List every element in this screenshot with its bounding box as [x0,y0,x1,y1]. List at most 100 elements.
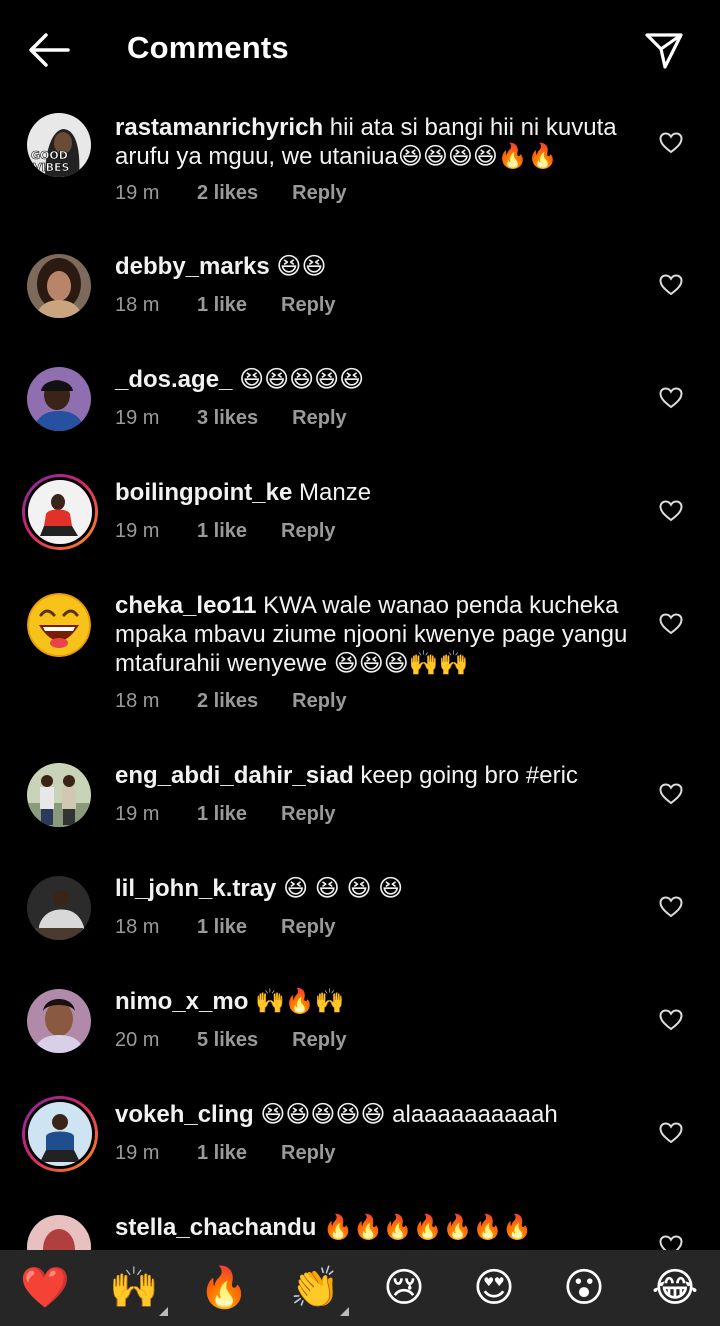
comment-time: 19 m [115,182,160,204]
comment-time: 19 m [115,520,160,542]
avatar[interactable] [27,989,91,1053]
comment-meta: 19 m 1 like Reply [115,520,336,543]
variant-indicator-icon [340,1307,349,1316]
avatar[interactable] [27,1215,91,1250]
comment-time: 19 m [115,803,160,825]
comment-username[interactable]: debby_marks [115,253,270,280]
comment-time: 20 m [115,1029,160,1051]
avatar[interactable] [22,474,98,550]
avatar[interactable] [22,1096,98,1172]
reply-button[interactable]: Reply [281,294,335,316]
comment-text: boilingpoint_ke Manze [115,478,635,507]
comments-list[interactable]: GOOD VIBES rastamanrichyrich hii ata si … [0,100,720,1250]
emoji-clap-button[interactable]: 👏 [285,1258,349,1318]
comment-time: 18 m [115,294,160,316]
avatar[interactable] [27,367,91,431]
svg-text:VIBES: VIBES [33,161,70,174]
comment-text: lil_john_k.tray 😆 😆 😆 😆 [115,874,635,903]
emoji-heart-eyes-button[interactable]: 😍 [464,1258,524,1318]
comment-likes[interactable]: 2 likes [197,690,258,713]
comment-body: 😆😆 [276,253,327,280]
comment-meta: 19 m 1 like Reply [115,1142,336,1165]
comment-meta: 18 m 2 likes Reply [115,690,347,713]
comment-likes[interactable]: 3 likes [197,407,258,430]
avatar[interactable] [27,593,91,657]
emoji-raised-hands-button[interactable]: 🙌 [104,1258,168,1318]
avatar[interactable] [27,254,91,318]
comment-username[interactable]: rastamanrichyrich [115,114,323,141]
comment-time: 19 m [115,1142,160,1164]
comment-text: vokeh_cling 😆😆😆😆😆 alaaaaaaaaaah [115,1100,635,1129]
comment-body: 😆😆😆😆😆 [239,366,365,393]
avatar[interactable] [27,876,91,940]
comment-likes[interactable]: 1 like [197,1142,247,1165]
comment-body: 😆 😆 😆 😆 [283,875,404,902]
comment-body: 🙌🔥🙌 [255,988,345,1015]
heart-icon[interactable] [659,1009,683,1031]
comment-text: cheka_leo11 KWA wale wanao penda kucheka… [115,591,635,678]
comment-username[interactable]: boilingpoint_ke [115,479,292,506]
emoji-crying-button[interactable]: 😢 [374,1258,434,1318]
avatar[interactable]: GOOD VIBES [27,113,91,177]
comment-time: 19 m [115,407,160,429]
reply-button[interactable]: Reply [292,690,346,712]
reply-button[interactable]: Reply [292,182,346,204]
comment-likes[interactable]: 1 like [197,294,247,317]
comment-text: debby_marks 😆😆 [115,252,635,281]
comment-likes[interactable]: 1 like [197,520,247,543]
comment-likes[interactable]: 1 like [197,803,247,826]
comment-meta: 19 m 2 likes Reply [115,182,347,205]
share-icon[interactable] [644,30,684,70]
reply-button[interactable]: Reply [281,520,335,542]
comment-username[interactable]: nimo_x_mo [115,988,248,1015]
comment-meta: 20 m 5 likes Reply [115,1029,347,1052]
heart-icon[interactable] [659,1122,683,1144]
reply-button[interactable]: Reply [281,916,335,938]
comment-username[interactable]: eng_abdi_dahir_siad [115,762,354,789]
emoji-clap-glyph: 👏 [290,1266,340,1310]
heart-icon[interactable] [659,896,683,918]
emoji-raised-hands-glyph: 🙌 [109,1266,159,1310]
emoji-heart-button[interactable]: ❤️ [15,1258,75,1318]
emoji-surprised-button[interactable]: 😮 [554,1258,614,1318]
page-title: Comments [127,30,289,65]
comment-likes[interactable]: 1 like [197,916,247,939]
comment-text: stella_chachandu 🔥🔥🔥🔥🔥🔥🔥 [115,1213,635,1242]
reply-button[interactable]: Reply [292,407,346,429]
comment-body: 🔥🔥🔥🔥🔥🔥🔥 [323,1214,533,1241]
heart-icon[interactable] [659,274,683,296]
emoji-fire-button[interactable]: 🔥 [194,1258,254,1318]
heart-icon[interactable] [659,613,683,635]
comment-likes[interactable]: 5 likes [197,1029,258,1052]
comment-text: _dos.age_ 😆😆😆😆😆 [115,365,635,394]
comment-meta: 18 m 1 like Reply [115,294,336,317]
header: Comments [0,0,720,100]
comment-time: 18 m [115,916,160,938]
comment-body: Manze [299,479,372,506]
comment-meta: 18 m 1 like Reply [115,916,336,939]
emoji-tears-of-joy-button[interactable]: 😂 [645,1258,705,1318]
comment-username[interactable]: lil_john_k.tray [115,875,276,902]
heart-icon[interactable] [659,500,683,522]
variant-indicator-icon [159,1307,168,1316]
heart-icon[interactable] [659,1235,683,1250]
heart-icon[interactable] [659,132,683,154]
comment-username[interactable]: _dos.age_ [115,366,232,393]
comment-meta: 19 m 3 likes Reply [115,407,347,430]
heart-icon[interactable] [659,387,683,409]
comment-body: 😆😆😆😆😆 alaaaaaaaaaah [260,1101,558,1128]
comment-text: rastamanrichyrich hii ata si bangi hii n… [115,113,635,171]
reply-button[interactable]: Reply [281,803,335,825]
reply-button[interactable]: Reply [292,1029,346,1051]
comment-username[interactable]: stella_chachandu [115,1214,316,1241]
comment-body: keep going bro #eric [360,762,578,789]
comment-likes[interactable]: 2 likes [197,182,258,205]
back-arrow-icon[interactable] [26,30,72,70]
avatar[interactable] [27,763,91,827]
comment-meta: 19 m 1 like Reply [115,803,336,826]
heart-icon[interactable] [659,783,683,805]
comment-time: 18 m [115,690,160,712]
comment-username[interactable]: vokeh_cling [115,1101,254,1128]
comment-username[interactable]: cheka_leo11 [115,592,256,619]
reply-button[interactable]: Reply [281,1142,335,1164]
